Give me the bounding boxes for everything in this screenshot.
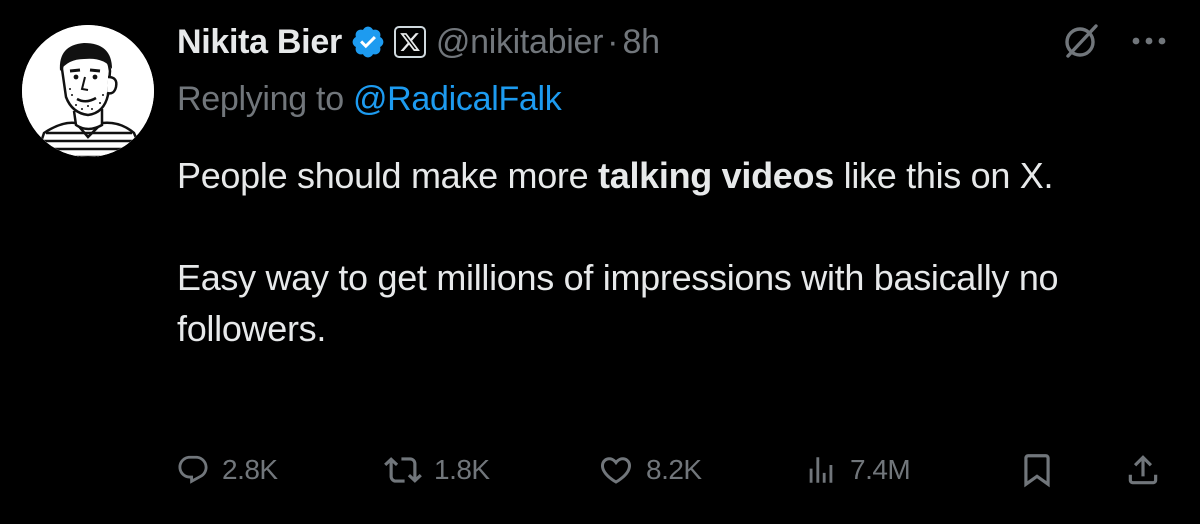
reply-icon (178, 455, 208, 484)
separator: · (607, 22, 619, 61)
more-icon[interactable] (1126, 22, 1172, 60)
like-button[interactable]: 8.2K (598, 440, 702, 500)
replying-to: Replying to @RadicalFalk (177, 80, 562, 119)
display-name[interactable]: Nikita Bier (177, 23, 342, 62)
replying-to-handle[interactable]: @RadicalFalk (353, 80, 562, 118)
views-button[interactable]: 7.4M (804, 440, 911, 500)
x-logo-icon (400, 33, 420, 51)
tweet-paragraph-2: Easy way to get millions of impressions … (177, 257, 1059, 349)
bookmark-button[interactable] (1018, 440, 1056, 500)
views-count: 7.4M (850, 454, 911, 485)
reply-count: 2.8K (222, 454, 278, 485)
like-count: 8.2K (646, 454, 702, 485)
tweet-header: Nikita Bier @nikitabier · 8h (177, 18, 660, 66)
handle[interactable]: @nikitabier (436, 23, 604, 62)
avatar-illustration (22, 25, 154, 157)
tweet-text: People should make more talking videos l… (177, 150, 1167, 354)
tweet-text-segment: like this on X. (833, 155, 1054, 196)
reply-button[interactable]: 2.8K (176, 440, 278, 500)
share-icon (1128, 455, 1158, 485)
replying-to-label: Replying to (177, 80, 353, 118)
share-button[interactable] (1124, 440, 1162, 500)
bookmark-icon (1024, 454, 1050, 488)
action-bar: 2.8K 1.8K 8.2K 7.4M (0, 440, 1200, 500)
heart-icon (600, 457, 632, 484)
tweet-text-segment: People should make more (177, 155, 599, 196)
repost-button[interactable]: 1.8K (384, 440, 490, 500)
timestamp[interactable]: 8h (622, 23, 660, 62)
tweet[interactable]: Nikita Bier @nikitabier · 8h Replying to… (0, 0, 1200, 524)
repost-count: 1.8K (434, 454, 490, 485)
tweet-paragraph-1: People should make more talking videos l… (177, 150, 1167, 201)
avatar[interactable] (22, 25, 154, 157)
analytics-icon (809, 457, 833, 483)
grok-icon[interactable] (1062, 22, 1100, 60)
verified-badge-icon[interactable] (350, 24, 386, 60)
repost-icon (384, 457, 422, 483)
affiliate-badge[interactable] (393, 26, 426, 58)
tweet-text-bold: talking videos (598, 155, 834, 196)
